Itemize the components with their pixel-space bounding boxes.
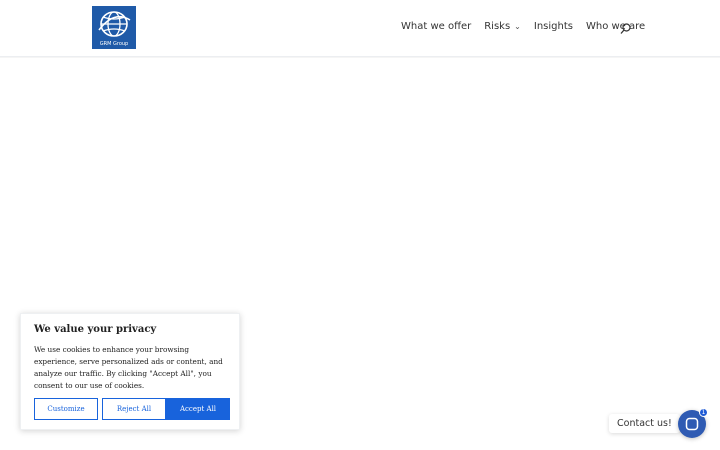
logo-text: GRM Group: [99, 41, 129, 47]
company-logo[interactable]: GRM Group: [92, 6, 136, 49]
cookie-description: We use cookies to enhance your browsing …: [34, 345, 223, 390]
reject-all-button[interactable]: Reject All: [102, 398, 166, 420]
cookie-title: We value your privacy: [34, 324, 157, 335]
nav-item-what-we-offer[interactable]: What we offer: [401, 21, 471, 32]
nav-item-label: What we offer: [401, 21, 472, 32]
main-nav: What we offer Risks ⌄ Insights Who we ar…: [401, 21, 645, 32]
nav-item-insights[interactable]: Insights: [534, 21, 573, 32]
nav-item-label: Risks: [484, 21, 511, 32]
site-header: GRM Group What we offer Risks ⌄ Insights…: [0, 0, 720, 57]
nav-item-label: Insights: [533, 21, 573, 32]
chat-icon: [685, 417, 699, 431]
notification-badge: 1: [699, 408, 708, 417]
search-icon[interactable]: [620, 23, 631, 34]
chevron-down-icon: ⌄: [514, 22, 521, 31]
nav-item-who-we-are[interactable]: Who we are: [586, 21, 645, 32]
nav-item-label: Who we are: [585, 21, 646, 32]
accept-all-button[interactable]: Accept All: [166, 398, 230, 420]
cookie-consent-banner: We value your privacy We use cookies to …: [20, 313, 240, 430]
contact-us-label[interactable]: Contact us!: [609, 414, 680, 433]
nav-item-risks[interactable]: Risks ⌄: [484, 21, 521, 32]
globe-icon: [98, 11, 131, 37]
customize-button[interactable]: Customize: [34, 398, 98, 420]
